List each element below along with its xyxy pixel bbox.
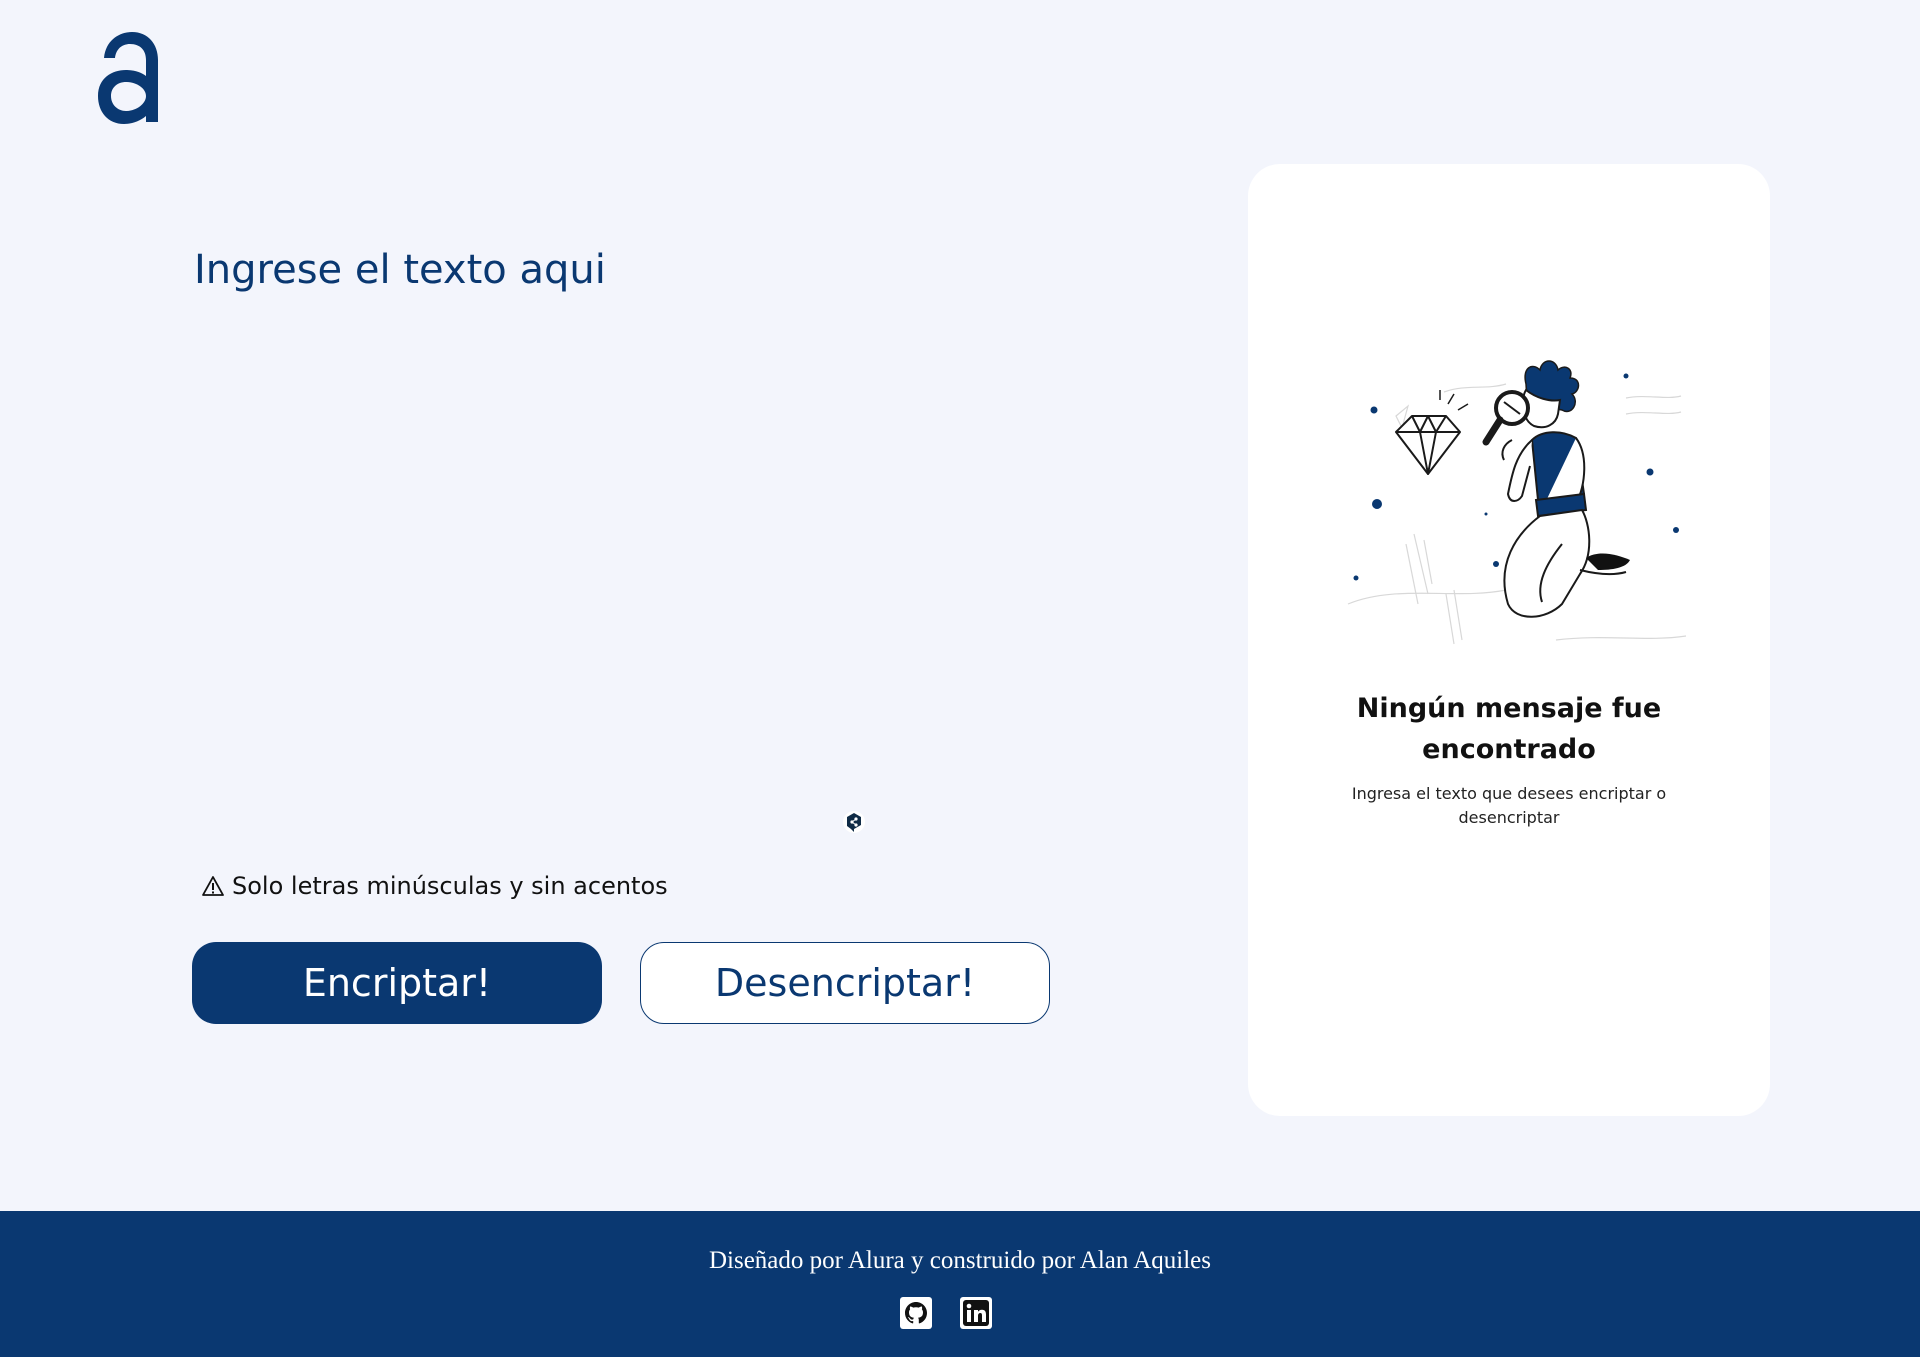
alura-logo-icon[interactable]: [96, 30, 160, 124]
empty-state-description: Ingresa el texto que desees encriptar o …: [1351, 784, 1667, 827]
footer: Diseñado por Alura y construido por Alan…: [0, 1211, 1920, 1357]
message-input[interactable]: [194, 240, 874, 800]
footer-social-links: [900, 1297, 992, 1329]
linkedin-icon[interactable]: [960, 1297, 992, 1329]
page: Solo letras minúsculas y sin acentos Enc…: [0, 0, 1920, 1357]
encrypt-button[interactable]: Encriptar!: [192, 942, 602, 1024]
empty-state-title: Ningún mensaje fue encontrado: [1356, 693, 1662, 765]
hint-text: Solo letras minúsculas y sin acentos: [232, 872, 668, 900]
footer-credit: Diseñado por Alura y construido por Alan…: [708, 1247, 1211, 1274]
decrypt-button[interactable]: Desencriptar!: [640, 942, 1050, 1024]
input-hint: Solo letras minúsculas y sin acentos: [202, 872, 668, 900]
deepl-icon[interactable]: [842, 810, 866, 834]
github-icon[interactable]: [900, 1297, 932, 1329]
empty-state-illustration: [1347, 360, 1686, 645]
output-panel: Ningún mensaje fue encontrado Ingresa el…: [1248, 164, 1770, 1116]
warning-icon: [202, 876, 224, 896]
